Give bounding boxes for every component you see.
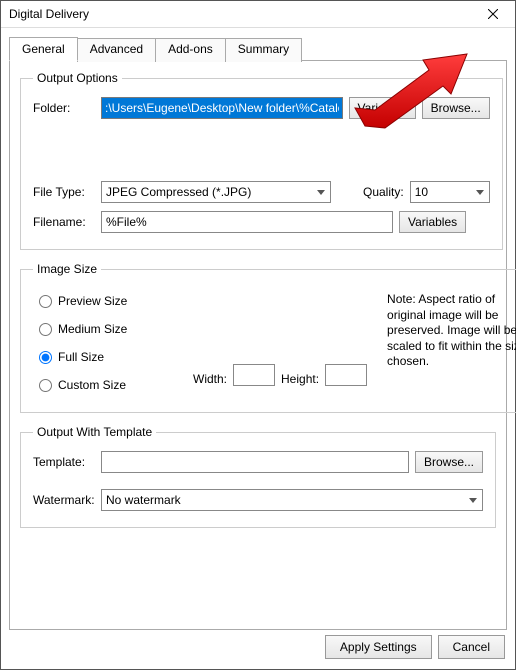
dialog-body: General Advanced Add-ons Summary Output … bbox=[1, 28, 515, 630]
tab-addons[interactable]: Add-ons bbox=[155, 38, 226, 62]
radio-full-size-input[interactable] bbox=[39, 351, 52, 364]
template-input[interactable] bbox=[101, 451, 409, 473]
group-output-with-template: Output With Template Template: Browse...… bbox=[20, 425, 496, 528]
folder-browse-button[interactable]: Browse... bbox=[422, 97, 490, 119]
radio-preview-size-input[interactable] bbox=[39, 295, 52, 308]
quality-label: Quality: bbox=[363, 185, 404, 199]
radio-medium-size-input[interactable] bbox=[39, 323, 52, 336]
width-label: Width: bbox=[193, 372, 227, 386]
watermark-label: Watermark: bbox=[33, 493, 95, 507]
filetype-select[interactable] bbox=[101, 181, 331, 203]
template-browse-button[interactable]: Browse... bbox=[415, 451, 483, 473]
folder-input[interactable] bbox=[101, 97, 343, 119]
quality-select[interactable] bbox=[410, 181, 490, 203]
group-image-size: Image Size Preview Size Medium Size bbox=[20, 262, 516, 413]
group-output-with-template-legend: Output With Template bbox=[33, 425, 156, 439]
watermark-select[interactable] bbox=[101, 489, 483, 511]
radio-preview-size[interactable]: Preview Size bbox=[39, 294, 173, 308]
folder-variables-button[interactable]: Variables bbox=[349, 97, 416, 119]
cancel-button[interactable]: Cancel bbox=[438, 635, 505, 659]
aspect-ratio-note: Note: Aspect ratio of original image wil… bbox=[387, 288, 516, 396]
template-label: Template: bbox=[33, 455, 95, 469]
row-template: Template: Browse... bbox=[33, 451, 483, 473]
radio-custom-size-input[interactable] bbox=[39, 379, 52, 392]
group-output-options: Output Options Folder: Variables Browse.… bbox=[20, 71, 503, 250]
row-watermark: Watermark: bbox=[33, 489, 483, 511]
radio-preview-size-label: Preview Size bbox=[58, 294, 127, 308]
apply-settings-button[interactable]: Apply Settings bbox=[325, 635, 432, 659]
titlebar: Digital Delivery bbox=[1, 1, 515, 28]
filetype-label: File Type: bbox=[33, 185, 95, 199]
dialog-footer: Apply Settings Cancel bbox=[1, 630, 515, 669]
row-filetype: File Type: Quality: bbox=[33, 181, 490, 203]
radio-medium-size-label: Medium Size bbox=[58, 322, 127, 336]
radio-full-size-label: Full Size bbox=[58, 350, 104, 364]
radio-custom-size[interactable]: Custom Size bbox=[39, 378, 173, 392]
tab-strip: General Advanced Add-ons Summary bbox=[9, 36, 507, 60]
height-label: Height: bbox=[281, 372, 319, 386]
dialog-window: Digital Delivery General Advanced Add-on… bbox=[0, 0, 516, 670]
filename-variables-button[interactable]: Variables bbox=[399, 211, 466, 233]
tab-advanced[interactable]: Advanced bbox=[77, 38, 156, 62]
filename-label: Filename: bbox=[33, 215, 95, 229]
tab-summary[interactable]: Summary bbox=[225, 38, 302, 62]
group-image-size-legend: Image Size bbox=[33, 262, 101, 276]
window-title: Digital Delivery bbox=[9, 7, 89, 21]
close-icon bbox=[488, 9, 498, 19]
radio-full-size[interactable]: Full Size bbox=[39, 350, 173, 364]
width-input[interactable] bbox=[233, 364, 275, 386]
tab-panel-general: Output Options Folder: Variables Browse.… bbox=[9, 60, 507, 630]
row-filename: Filename: Variables bbox=[33, 211, 490, 233]
height-input[interactable] bbox=[325, 364, 367, 386]
group-output-options-legend: Output Options bbox=[33, 71, 122, 85]
radio-medium-size[interactable]: Medium Size bbox=[39, 322, 173, 336]
radio-custom-size-label: Custom Size bbox=[58, 378, 126, 392]
folder-label: Folder: bbox=[33, 101, 95, 115]
filename-input[interactable] bbox=[101, 211, 393, 233]
tab-general[interactable]: General bbox=[9, 37, 78, 61]
close-button[interactable] bbox=[471, 1, 515, 27]
row-folder: Folder: Variables Browse... bbox=[33, 97, 490, 119]
